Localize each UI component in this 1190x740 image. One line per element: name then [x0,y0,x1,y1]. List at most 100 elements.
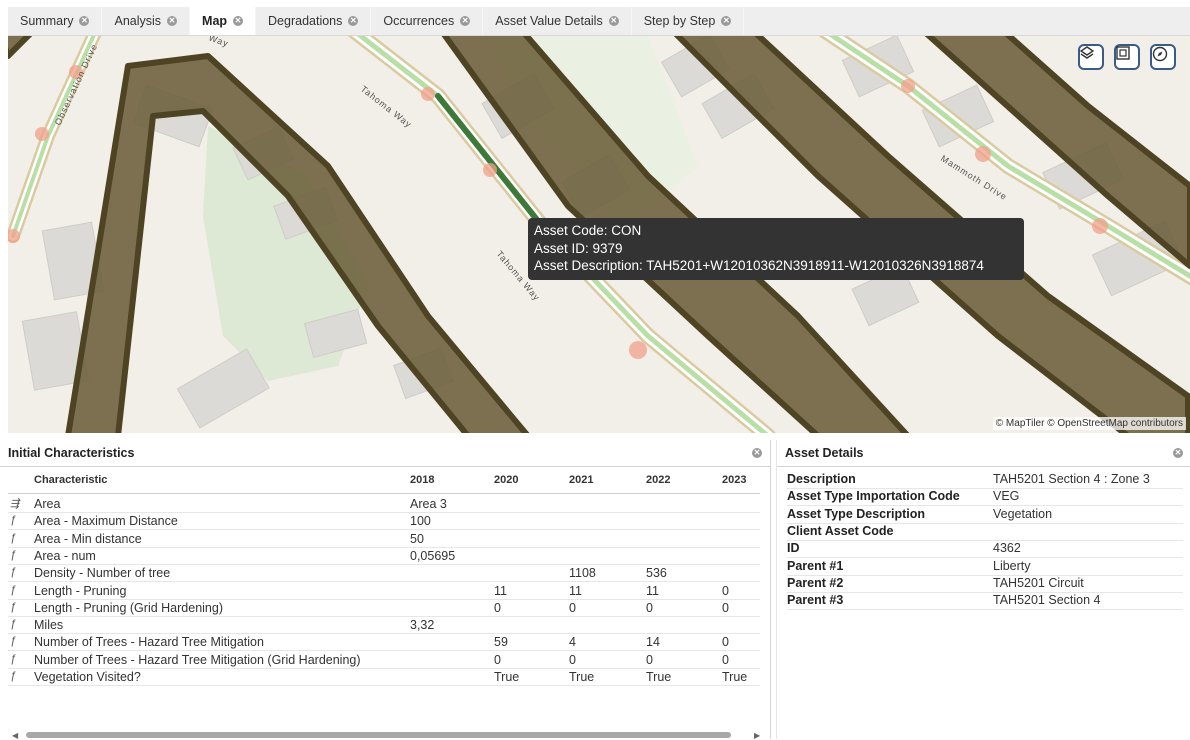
cell-2020: 0 [494,652,501,667]
detail-value: Liberty [993,558,1031,573]
characteristic-name: Number of Trees - Hazard Tree Mitigation… [34,652,361,667]
detail-row: Client Asset Code [787,523,1183,541]
detail-row: Asset Type Importation Code VEG [787,488,1183,507]
table-row[interactable]: ƒ Vegetation Visited? True True True True [8,668,760,686]
map-attribution[interactable]: © MapTiler © OpenStreetMap contributors [992,417,1186,430]
close-panel-icon[interactable]: ✕ [752,448,762,458]
tab-label: Asset Value Details [495,14,603,28]
close-tab-icon[interactable]: ✕ [721,16,732,26]
table-row[interactable]: ƒ Area - Min distance 50 [8,530,760,548]
cell-2022: True [646,670,672,684]
detail-row: Parent #3 TAH5201 Section 4 [787,592,1183,611]
compass-button[interactable] [1150,44,1176,70]
fit-extent-icon [1116,46,1130,60]
detail-value: TAH5201 Section 4 [993,593,1101,608]
table-row[interactable]: ƒ Number of Trees - Hazard Tree Mitigatio… [8,651,760,669]
layers-icon [1080,46,1094,59]
scroll-thumb[interactable] [26,732,731,738]
formula-icon: ƒ [10,670,17,682]
tab-analysis[interactable]: Analysis ✕ [102,7,191,35]
tab-step-by-step[interactable]: Step by Step ✕ [632,7,745,35]
cell-2021: True [569,670,595,684]
cell-2021: 0 [569,652,576,667]
detail-value: TAH5201 Section 4 : Zone 3 [993,472,1150,486]
tab-map[interactable]: Map ✕ [190,7,257,35]
characteristic-name: Area - Min distance [34,531,142,546]
cell-2023: 0 [722,583,729,598]
close-tab-icon[interactable]: ✕ [167,16,178,26]
table-row[interactable]: ƒ Length - Pruning (Grid Hardening) 0 0 0 0 [8,599,760,617]
tooltip-asset-id: Asset ID: 9379 [534,240,623,256]
formula-icon: ƒ [10,548,17,561]
list-icon: ⇶ [10,498,20,510]
table-row[interactable]: ƒ Miles 3,32 [8,616,760,635]
formula-icon: ƒ [10,531,17,544]
asset-marker [901,79,915,93]
table-row[interactable]: ƒ Area - Maximum Distance 100 [8,512,760,531]
cell-2022: 14 [646,635,660,650]
column-header-2022[interactable]: 2022 [646,474,670,486]
close-panel-icon[interactable]: ✕ [1173,448,1183,458]
formula-icon: ƒ [10,652,17,665]
close-tab-icon[interactable]: ✕ [233,16,244,26]
detail-key: ID [787,541,800,556]
table-row[interactable]: ƒ Area - num 0,05695 [8,547,760,565]
cell-2021: 1108 [569,566,596,581]
panel-header: Initial Characteristics ✕ [0,440,770,467]
layers-button[interactable] [1078,44,1104,70]
asset-marker [1092,218,1108,234]
detail-value: Vegetation [993,506,1053,521]
panel-title: Initial Characteristics [8,446,135,460]
table-row[interactable]: ⇶ Area Area 3 [8,495,760,513]
formula-icon: ƒ [10,583,17,596]
tab-asset-value-details[interactable]: Asset Value Details ✕ [483,7,632,35]
tab-summary[interactable]: Summary ✕ [8,7,103,35]
column-header-2023[interactable]: 2023 [722,474,746,486]
asset-tooltip: Asset Code: CON Asset ID: 9379 Asset Des… [528,218,1024,280]
cell-2022: 11 [646,583,659,598]
cell-2020: 0 [494,600,501,615]
column-header-2020[interactable]: 2020 [494,474,518,486]
table-row[interactable]: ƒ Density - Number of tree 1108 536 [8,564,760,583]
cell-2020: 11 [494,583,507,598]
panel-title: Asset Details [785,446,864,460]
cell-2020: 59 [494,635,508,650]
column-header-2018[interactable]: 2018 [410,474,434,486]
close-tab-icon[interactable]: ✕ [608,16,619,26]
cell-2018: 50 [410,531,424,546]
column-header-2021[interactable]: 2021 [569,474,593,486]
characteristic-name: Area - num [34,548,96,563]
cell-2018: Area 3 [410,497,447,511]
formula-icon: ƒ [10,566,17,579]
tab-label: Summary [20,14,74,28]
cell-2021: 4 [569,635,576,650]
formula-icon: ƒ [10,514,17,527]
fit-extent-button[interactable] [1114,44,1140,70]
tab-label: Occurrences [383,14,455,28]
detail-row: Asset Type Description Vegetation [787,506,1183,524]
detail-value: VEG [993,489,1020,504]
detail-row: Parent #1 Liberty [787,558,1183,576]
characteristic-name: Area [34,497,61,511]
detail-key: Description [787,472,856,486]
table-row[interactable]: ƒ Length - Pruning 11 11 11 0 [8,582,760,600]
formula-icon: ƒ [10,600,17,613]
asset-marker [35,127,49,141]
column-header-characteristic[interactable]: Characteristic [34,474,107,486]
horizontal-scrollbar[interactable]: ◀ ▶ [6,731,762,740]
asset-marker [975,146,991,162]
formula-icon: ƒ [10,635,17,648]
close-tab-icon[interactable]: ✕ [79,16,90,26]
tab-label: Degradations [268,14,343,28]
tab-occurrences[interactable]: Occurrences ✕ [371,7,484,35]
detail-key: Asset Type Description [787,506,926,521]
table-row[interactable]: ƒ Number of Trees - Hazard Tree Mitigatio… [8,633,760,652]
tab-degradations[interactable]: Degradations ✕ [256,7,372,35]
characteristic-name: Area - Maximum Distance [34,514,178,529]
map-view[interactable]: Observation Drive Tahoma Way Tahoma Way … [8,36,1190,433]
detail-key: Asset Type Importation Code [787,489,960,504]
close-tab-icon[interactable]: ✕ [348,16,359,26]
tab-bar: Summary ✕ Analysis ✕ Map ✕ Degradations ✕ Oc… [8,7,1190,36]
characteristic-name: Length - Pruning (Grid Hardening) [34,600,223,615]
close-tab-icon[interactable]: ✕ [460,16,471,26]
